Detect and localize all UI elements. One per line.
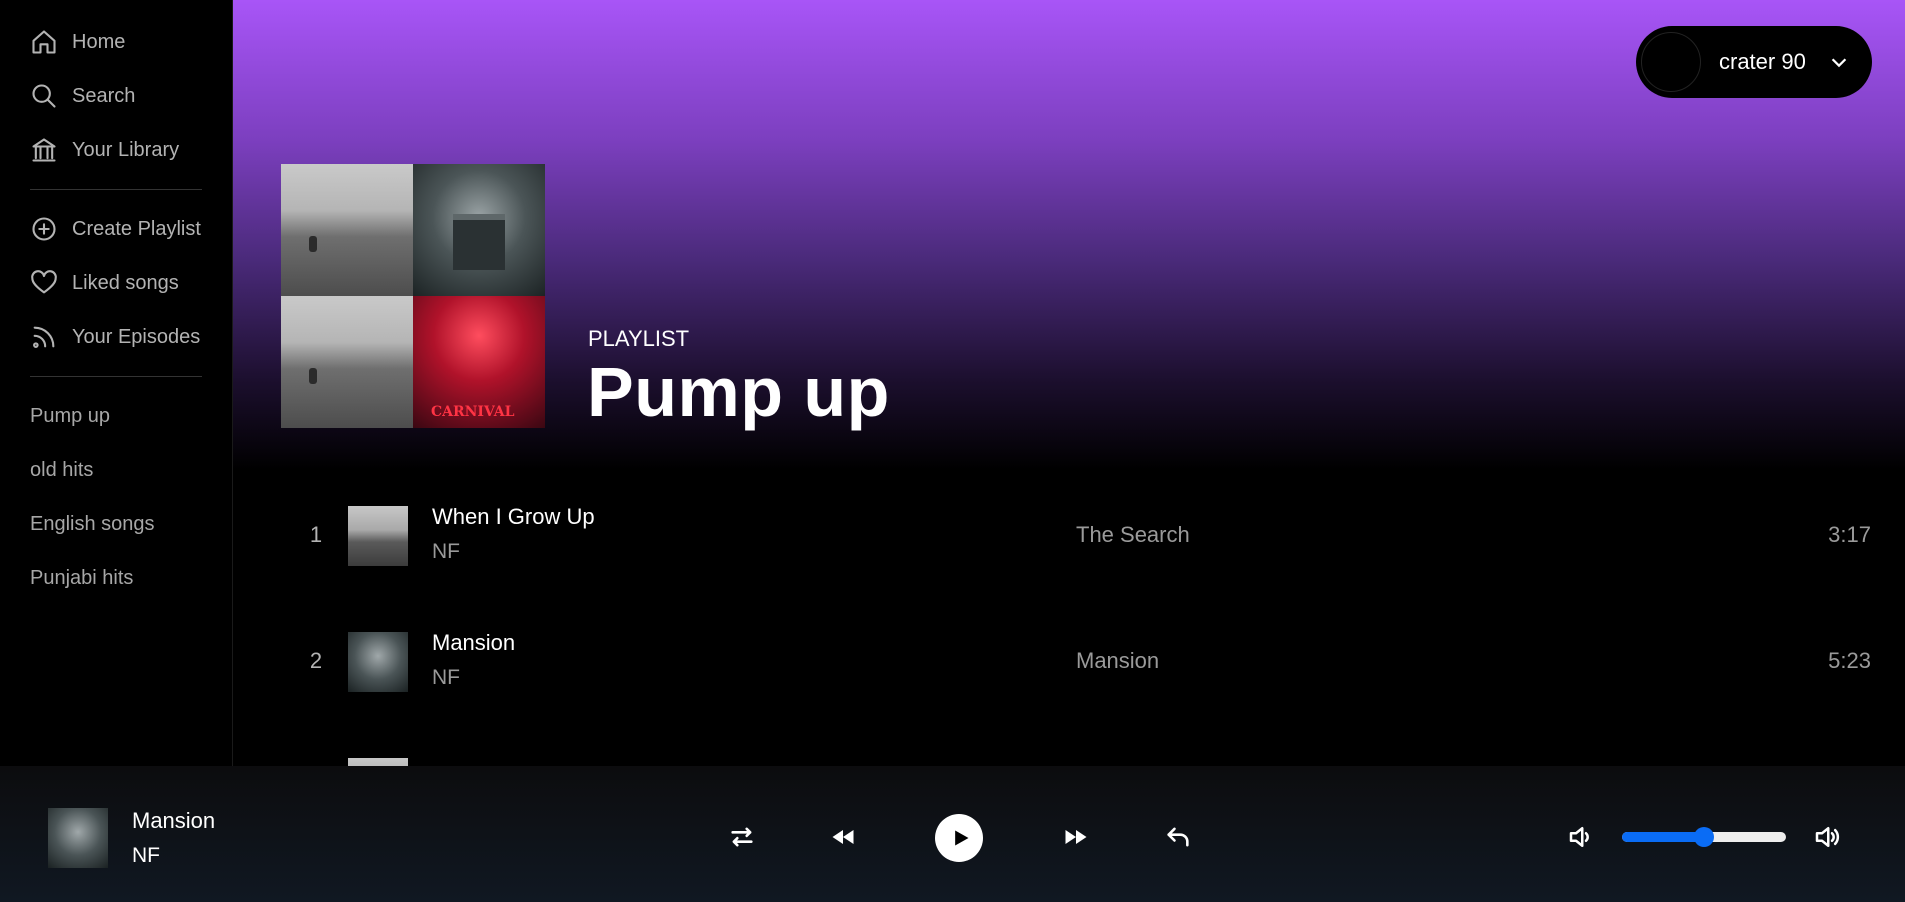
- now-playing-title[interactable]: Mansion: [132, 808, 215, 834]
- library-icon: [32, 138, 56, 162]
- volume-down-button[interactable]: [1566, 822, 1596, 852]
- rss-icon: [33, 326, 55, 348]
- track-row[interactable]: 2 Mansion NF Mansion 5:23: [281, 600, 1871, 726]
- chevron-down-icon: [1831, 58, 1847, 68]
- volume-slider-handle[interactable]: [1694, 827, 1714, 847]
- nav-home-label: Home: [72, 30, 126, 53]
- user-name: crater 90: [1719, 49, 1806, 74]
- cover-tile: [281, 164, 413, 296]
- player-bar: Mansion NF: [0, 766, 1905, 902]
- create-playlist-button[interactable]: Create Playlist: [0, 202, 232, 256]
- volume-slider-fill: [1622, 832, 1704, 842]
- next-button[interactable]: [1059, 820, 1093, 854]
- search-icon: [32, 84, 56, 108]
- track-list: 1 When I Grow Up NF The Search 3:17 2 Ma…: [281, 474, 1871, 766]
- volume-high-icon: [1815, 827, 1840, 847]
- track-artwork: [348, 632, 408, 692]
- track-duration: 3:17: [1828, 522, 1871, 547]
- playlist-cover: [281, 164, 545, 428]
- plus-circle-icon: [32, 217, 56, 241]
- nav-library[interactable]: Your Library: [0, 123, 232, 177]
- shuffle-button[interactable]: [725, 820, 759, 854]
- volume-low-icon: [1569, 827, 1589, 847]
- track-artist[interactable]: NF: [432, 540, 460, 564]
- user-menu-button[interactable]: crater 90: [1636, 26, 1872, 98]
- cover-tile: [413, 164, 545, 296]
- home-icon: [32, 30, 56, 54]
- play-button[interactable]: [935, 814, 983, 862]
- cover-tile: [413, 296, 545, 428]
- now-playing-artwork: [48, 808, 108, 868]
- heart-icon: [31, 270, 57, 294]
- track-album[interactable]: Mansion: [1076, 648, 1159, 674]
- sidebar-divider: [30, 189, 202, 190]
- your-episodes-link[interactable]: Your Episodes: [0, 310, 232, 364]
- track-artist[interactable]: NF: [432, 666, 460, 690]
- now-playing-artist[interactable]: NF: [132, 844, 160, 868]
- track-number: 2: [309, 648, 323, 673]
- create-playlist-label: Create Playlist: [72, 217, 201, 240]
- shuffle-icon: [731, 827, 753, 847]
- nav-search[interactable]: Search: [0, 69, 232, 123]
- playlist-type-label: PLAYLIST: [588, 326, 690, 351]
- nav-search-label: Search: [72, 84, 136, 107]
- volume-slider[interactable]: [1622, 827, 1786, 847]
- track-number: 1: [309, 522, 323, 547]
- track-artwork: [348, 758, 408, 766]
- sidebar-playlist-item[interactable]: old hits: [0, 443, 232, 497]
- rewind-icon: [832, 830, 854, 844]
- main-content: crater 90 PLAYLIST Pump up 1 When I Grow…: [233, 0, 1905, 766]
- sidebar-playlist-item[interactable]: English songs: [0, 497, 232, 551]
- nav-library-label: Your Library: [72, 138, 180, 161]
- fast-forward-icon: [1065, 830, 1087, 844]
- avatar: [1641, 32, 1701, 92]
- sidebar-divider: [30, 376, 202, 377]
- cover-tile: [281, 296, 413, 428]
- track-row[interactable]: [281, 726, 1871, 766]
- track-title[interactable]: Mansion: [432, 630, 515, 656]
- sidebar: Home Search Your Library Create Playlist…: [0, 0, 233, 766]
- volume-up-button[interactable]: [1812, 822, 1842, 852]
- liked-songs-link[interactable]: Liked songs: [0, 256, 232, 310]
- undo-icon: [1167, 827, 1189, 847]
- sidebar-playlist-item[interactable]: Punjabi hits: [0, 551, 232, 605]
- track-title[interactable]: When I Grow Up: [432, 504, 595, 530]
- repeat-button[interactable]: [1161, 820, 1195, 854]
- previous-button[interactable]: [826, 820, 860, 854]
- your-episodes-label: Your Episodes: [72, 325, 201, 348]
- nav-home[interactable]: Home: [0, 15, 232, 69]
- track-artwork: [348, 506, 408, 566]
- track-duration: 5:23: [1828, 648, 1871, 673]
- sidebar-playlist-item[interactable]: Pump up: [0, 389, 232, 443]
- play-icon: [954, 830, 968, 846]
- liked-songs-label: Liked songs: [72, 271, 179, 294]
- page-title: Pump up: [587, 353, 890, 431]
- track-row[interactable]: 1 When I Grow Up NF The Search 3:17: [281, 474, 1871, 600]
- track-album[interactable]: The Search: [1076, 522, 1190, 548]
